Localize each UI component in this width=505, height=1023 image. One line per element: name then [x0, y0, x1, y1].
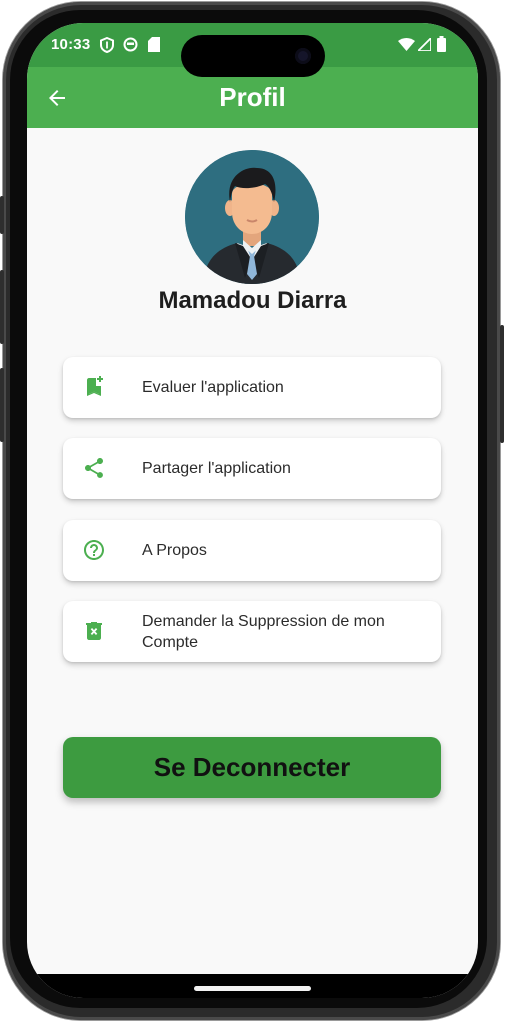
avatar[interactable] — [185, 150, 319, 284]
screen: 10:33 Profil Mamadou Diarra Evaluer l'ap… — [27, 23, 478, 998]
home-indicator[interactable] — [194, 986, 311, 991]
dynamic-island — [181, 35, 325, 77]
sd-card-icon — [148, 37, 160, 52]
menu-item-about[interactable]: A Propos — [63, 520, 441, 581]
user-name: Mamadou Diarra — [158, 287, 347, 314]
menu-item-label: Evaluer l'application — [142, 379, 284, 396]
menu-item-share-app[interactable]: Partager l'application — [63, 438, 441, 499]
delete-icon — [86, 622, 102, 640]
menu-item-rate-app[interactable]: Evaluer l'application — [63, 357, 441, 418]
battery-icon — [437, 36, 446, 52]
phone-volume-down-button — [0, 368, 4, 442]
front-camera — [295, 48, 311, 64]
page-title: Profil — [219, 82, 286, 112]
user-avatar-illustration — [185, 150, 319, 284]
phone-power-button — [500, 325, 504, 443]
bookmark-add-icon — [87, 376, 103, 396]
circle-status-icon — [123, 37, 138, 52]
signal-icon — [418, 38, 431, 51]
phone-volume-up-button — [0, 270, 4, 344]
status-time: 10:33 — [51, 36, 91, 53]
menu-item-label: Partager l'application — [142, 460, 291, 477]
share-icon — [85, 458, 103, 478]
help-circle-icon — [84, 540, 104, 560]
wifi-icon — [398, 38, 415, 51]
shield-icon — [100, 37, 114, 53]
menu-item-label: Demander la Suppression de mon Compte — [142, 612, 385, 651]
menu-item-delete-account[interactable]: Demander la Suppression de mon Compte — [63, 601, 441, 662]
logout-button[interactable]: Se Deconnecter — [63, 737, 441, 798]
phone-action-button — [0, 196, 4, 234]
menu-item-label: A Propos — [142, 542, 207, 559]
